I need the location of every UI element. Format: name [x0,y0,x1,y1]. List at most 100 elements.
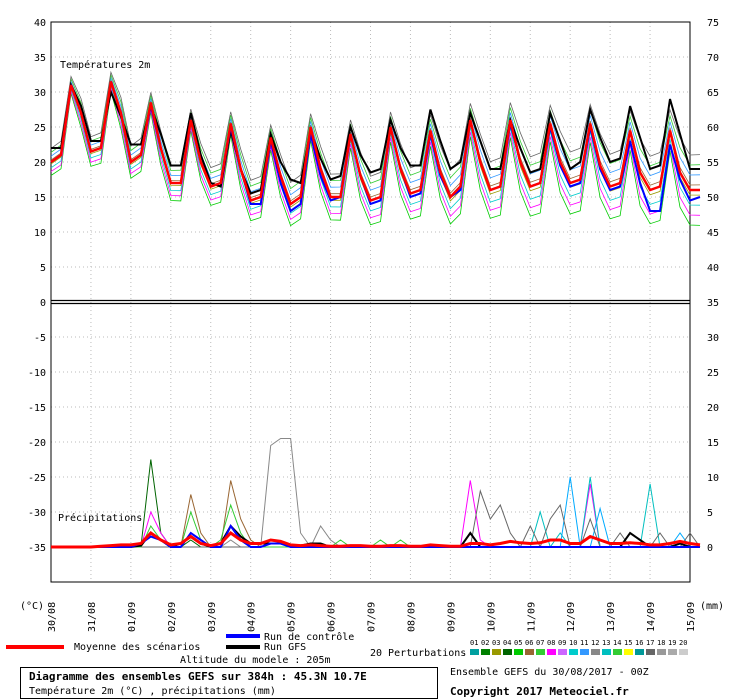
perturbation-swatch [558,649,567,655]
perturbation-number: 04 [503,639,511,647]
perturbation-number: 17 [646,639,654,647]
perturbation-swatch [635,649,644,655]
left-tick-label: -10 [28,368,46,379]
left-tick-label: 40 [34,18,46,29]
left-tick-label: -25 [28,473,46,484]
perturbation-number: 13 [602,639,610,647]
perturbation-swatch [613,649,622,655]
left-tick-label: -5 [34,333,46,344]
perturbation-number: 09 [558,639,566,647]
perturbation-swatch [503,649,512,655]
right-tick-label: 50 [707,193,719,204]
perturbation-number: 03 [492,639,500,647]
date-label: 14/09 [646,602,657,632]
footer-title: Diagramme des ensembles GEFS sur 384h : … [29,670,367,683]
left-tick-label: -35 [28,543,46,554]
left-tick-label: 5 [40,263,46,274]
temp-perturbation-line [50,77,701,196]
date-label: 12/09 [566,602,577,632]
perturbation-swatch [470,649,479,655]
date-label: 02/09 [167,602,178,632]
perturbation-number: 08 [547,639,555,647]
left-tick-label: 20 [34,158,46,169]
altitude-label: Altitude du modele : 205m [180,655,331,666]
left-tick-label: 10 [34,228,46,239]
left-tick-label: -20 [28,438,46,449]
date-label: 08/09 [406,602,417,632]
perturbation-number: 20 [679,639,687,647]
left-tick-label: 30 [34,88,46,99]
date-label: 15/09 [686,602,697,632]
perturbations-label: 20 Perturbations [370,648,466,659]
right-tick-label: 10 [707,473,719,484]
date-label: 31/08 [87,602,98,632]
perturbation-number: 15 [624,639,632,647]
unit-right: (mm) [700,601,724,612]
perturbation-number: 16 [635,639,643,647]
perturbation-swatch [481,649,490,655]
left-tick-label: -30 [28,508,46,519]
perturbation-swatch [657,649,666,655]
date-label: 30/08 [47,602,58,632]
legend-mean-label: Moyenne des scénarios [74,641,200,653]
legend-gfs-label: Run GFS [264,642,306,653]
ensemble-info: Ensemble GEFS du 30/08/2017 - 00Z [450,667,649,678]
date-label: 07/09 [367,602,378,632]
date-label: 10/09 [486,602,497,632]
date-label: 03/09 [207,602,218,632]
right-tick-label: 35 [707,298,719,309]
series-layer [50,70,701,549]
right-tick-label: 20 [707,403,719,414]
right-tick-label: 5 [707,508,713,519]
temp-perturbation-line [50,80,701,202]
perturbation-swatch [668,649,677,655]
perturbation-number: 01 [470,639,478,647]
right-tick-label: 30 [707,333,719,344]
perturbation-number: 19 [668,639,676,647]
unit-left: (°C) [20,601,44,612]
perturbation-swatch [602,649,611,655]
date-label: 05/09 [287,602,298,632]
right-tick-label: 65 [707,88,719,99]
date-label: 09/09 [446,602,457,632]
right-tick-label: 70 [707,53,719,64]
temp-title: Températures 2m [60,59,150,71]
precip-mean-line [51,531,701,549]
left-tick-label: 15 [34,193,46,204]
right-tick-label: 15 [707,438,719,449]
date-label: 06/09 [327,602,338,632]
right-tick-label: 40 [707,263,719,274]
perturbation-number: 18 [657,639,665,647]
perturbation-swatch [679,649,688,655]
perturbation-number: 10 [569,639,577,647]
date-label: 11/09 [526,602,537,632]
perturbation-number: 05 [514,639,522,647]
perturbation-swatch [514,649,523,655]
perturbation-number: 06 [525,639,533,647]
perturbation-number: 14 [613,639,621,647]
ensemble-chart: 40 7535 7030 6525 6020 5515 5010 455 400 35-5 30-1… [6,18,724,666]
date-label: 01/09 [127,602,138,632]
perturbation-swatch [580,649,589,655]
left-tick-label: 0 [40,298,46,309]
right-tick-label: 25 [707,368,719,379]
date-label: 13/09 [606,602,617,632]
left-tick-label: -15 [28,403,46,414]
perturbation-swatch [646,649,655,655]
copyright: Copyright 2017 Meteociel.fr [450,685,629,698]
footer-box: Diagramme des ensembles GEFS sur 384h : … [20,667,438,699]
perturbation-swatch [624,649,633,655]
right-tick-label: 60 [707,123,719,134]
right-tick-label: 0 [707,543,713,554]
perturbation-swatch [569,649,578,655]
right-tick-label: 45 [707,228,719,239]
perturbation-number: 11 [580,639,588,647]
right-tick-label: 75 [707,18,719,29]
perturbation-number: 07 [536,639,544,647]
perturbation-swatch [525,649,534,655]
perturbation-legend: 01 02 03 04 05 06 07 08 09 10 11 12 13 14 15 16 17 18 19 20 [470,639,688,655]
right-tick-label: 55 [707,158,719,169]
left-tick-label: 35 [34,53,46,64]
left-tick-label: 25 [34,123,46,134]
precip-title: Précipitations [58,512,142,524]
